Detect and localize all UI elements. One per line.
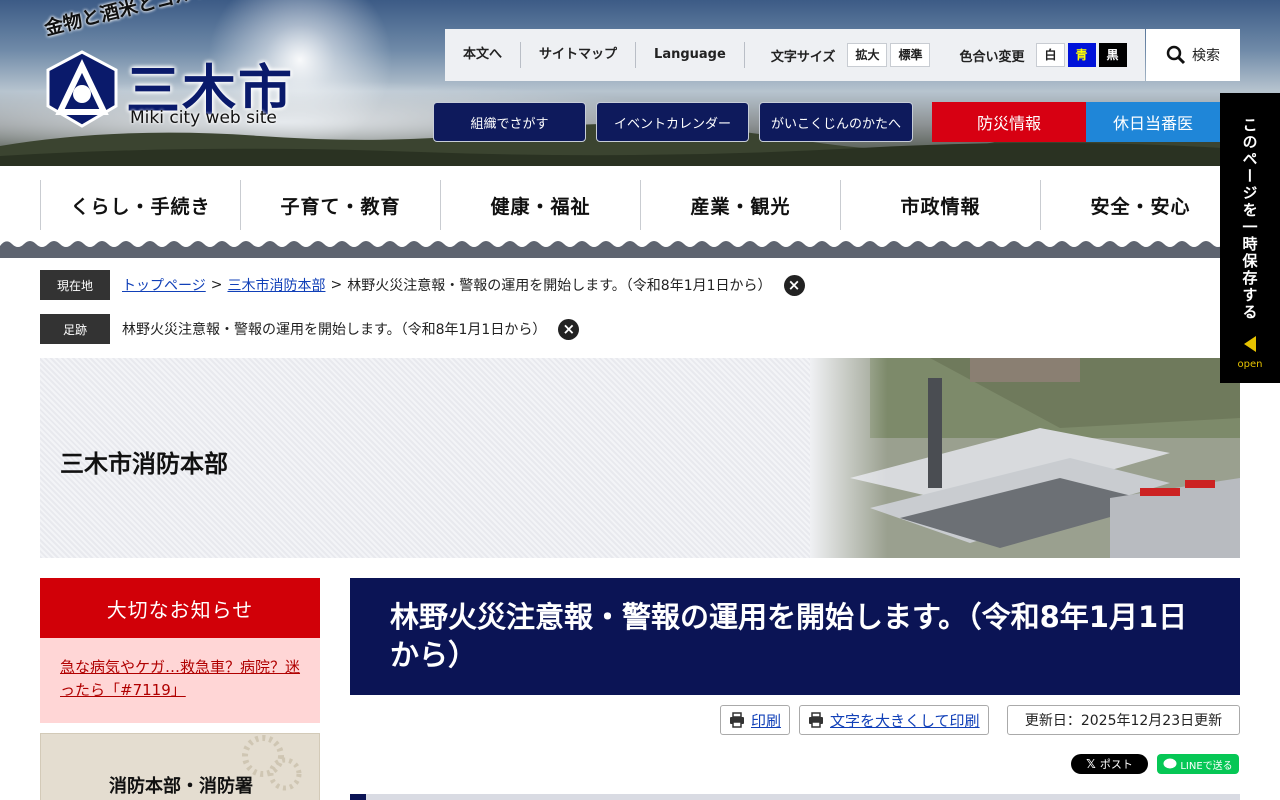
wave-divider — [0, 241, 1280, 258]
fire-dept-menu-title: 消防本部・消防署 — [109, 776, 253, 797]
triangle-left-icon — [1244, 336, 1256, 352]
color-white-button[interactable]: 白 — [1036, 43, 1065, 67]
section-title: 三木市消防本部 — [60, 450, 228, 478]
nav-item-industry[interactable]: 産業・観光 — [640, 180, 840, 230]
breadcrumb-current: 林野火災注意報・警報の運用を開始します。（令和8年1月1日から） — [347, 278, 772, 294]
close-icon[interactable]: × — [558, 318, 580, 340]
search-label: 検索 — [1192, 48, 1220, 64]
foreigners-info-button[interactable]: がいこくじんのかたへ — [759, 102, 913, 142]
nav-item-living[interactable]: くらし・手続き — [40, 180, 240, 230]
x-post-button[interactable]: 𝕏 ポスト — [1071, 754, 1148, 774]
save-page-tab[interactable]: このページを一時保存する open — [1220, 93, 1280, 383]
history-item[interactable]: 林野火災注意報・警報の運用を開始します。（令和8年1月1日から） — [122, 319, 546, 339]
site-header: 金物と酒米とゴルフのまち 三木市 Miki city web site 本文へ … — [0, 0, 1280, 166]
save-open-label: open — [1237, 359, 1263, 370]
fire-dept-menu-banner[interactable]: 消防本部・消防署 — [40, 733, 320, 800]
site-name-en: Miki city web site — [130, 108, 277, 128]
line-share-label: LINEで送る — [1180, 760, 1233, 772]
search-icon — [1166, 45, 1186, 65]
global-nav: くらし・手続き 子育て・教育 健康・福祉 産業・観光 市政情報 安全・安心 — [40, 180, 1240, 230]
section-heading-bar — [350, 794, 1240, 800]
section-hero: 三木市消防本部 — [40, 358, 1240, 558]
important-notice-heading: 大切なお知らせ — [40, 578, 320, 638]
breadcrumb-home-link[interactable]: トップページ — [122, 275, 206, 295]
history-label: 足跡 — [40, 314, 110, 344]
nav-item-city-info[interactable]: 市政情報 — [840, 180, 1040, 230]
color-blue-button[interactable]: 青 — [1067, 43, 1096, 67]
print-large-button[interactable]: 文字を大きくして印刷 — [799, 705, 989, 735]
font-enlarge-button[interactable]: 拡大 — [847, 43, 888, 67]
x-post-label: ポスト — [1099, 758, 1133, 771]
skip-to-content-link[interactable]: 本文へ — [445, 42, 522, 68]
nav-item-childcare[interactable]: 子育て・教育 — [240, 180, 440, 230]
close-icon[interactable]: × — [783, 274, 805, 296]
history-trail: 足跡 林野火災注意報・警報の運用を開始します。（令和8年1月1日から） × — [40, 314, 580, 344]
breadcrumb-separator: > — [210, 277, 223, 293]
event-calendar-button[interactable]: イベントカレンダー — [596, 102, 749, 142]
color-black-button[interactable]: 黒 — [1098, 43, 1127, 67]
print-large-label: 文字を大きくして印刷 — [830, 711, 980, 730]
breadcrumb-label: 現在地 — [40, 270, 110, 300]
nav-item-safety[interactable]: 安全・安心 — [1040, 180, 1240, 230]
updated-date: 更新日：2025年12月23日更新 — [1007, 705, 1240, 735]
x-logo-icon: 𝕏 — [1086, 757, 1096, 771]
breadcrumb: 現在地 トップページ > 三木市消防本部 > 林野火災注意報・警報の運用を開始し… — [40, 270, 805, 300]
sitemap-link[interactable]: サイトマップ — [521, 42, 637, 68]
print-label: 印刷 — [751, 711, 782, 730]
print-button[interactable]: 印刷 — [720, 705, 791, 735]
breadcrumb-fire-dept-link[interactable]: 三木市消防本部 — [227, 275, 325, 295]
disaster-info-button[interactable]: 防災情報 — [932, 102, 1086, 142]
utility-bar: 本文へ サイトマップ Language 文字サイズ 拡大 標準 色合い変更 白 … — [445, 29, 1145, 81]
city-emblem-icon[interactable] — [42, 48, 122, 130]
search-by-organization-button[interactable]: 組織でさがす — [433, 102, 586, 142]
line-logo-icon — [1163, 758, 1177, 769]
holiday-doctor-button[interactable]: 休日当番医 — [1086, 102, 1220, 142]
line-share-button[interactable]: LINEで送る — [1157, 754, 1239, 774]
printer-icon — [730, 712, 744, 728]
article-title: 林野火災注意報・警報の運用を開始します。（令和8年1月1日から） — [350, 578, 1240, 695]
font-size-label: 文字サイズ — [770, 49, 836, 65]
language-link[interactable]: Language — [636, 42, 745, 68]
save-page-label: このページを一時保存する — [1240, 117, 1259, 321]
fire-station-aerial-photo — [810, 358, 1240, 558]
emergency-consult-link[interactable]: 急な病気やケガ…救急車？病院？迷ったら「#7119」 — [60, 658, 300, 699]
search-button[interactable]: 検索 — [1146, 29, 1240, 81]
font-standard-button[interactable]: 標準 — [890, 43, 931, 67]
color-change-label: 色合い変更 — [959, 49, 1025, 65]
printer-icon — [809, 712, 823, 728]
important-notice-box: 急な病気やケガ…救急車？病院？迷ったら「#7119」 — [40, 638, 320, 723]
nav-item-health[interactable]: 健康・福祉 — [440, 180, 640, 230]
breadcrumb-separator: > — [330, 277, 343, 293]
